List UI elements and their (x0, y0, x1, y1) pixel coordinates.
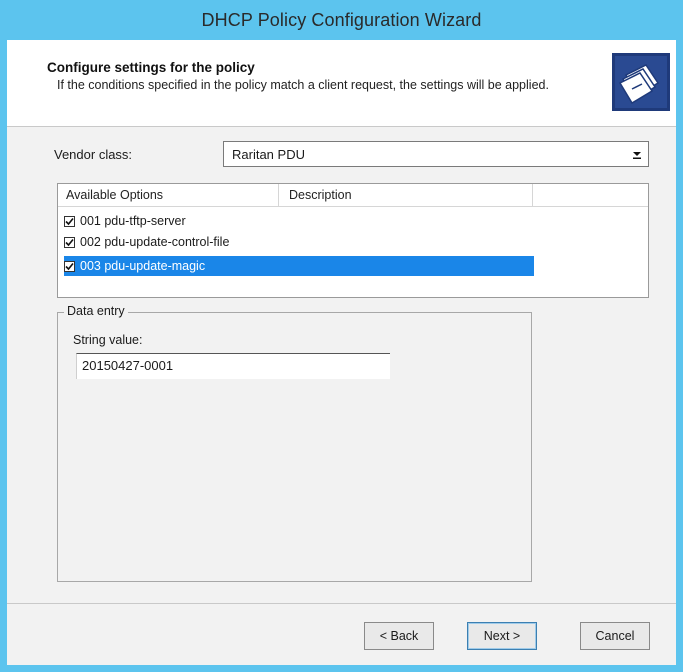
vendor-class-select[interactable]: Raritan PDU (223, 141, 649, 167)
string-value-label: String value: (73, 333, 143, 347)
next-button[interactable]: Next > (467, 622, 537, 650)
page-title: Configure settings for the policy (47, 60, 255, 75)
option-label: 003 pdu-update-magic (80, 259, 206, 273)
title-bar[interactable]: DHCP Policy Configuration Wizard (7, 0, 676, 40)
checkbox-checked-icon[interactable] (64, 260, 75, 272)
window-title: DHCP Policy Configuration Wizard (201, 9, 482, 30)
option-label: 001 pdu-tftp-server (80, 214, 186, 228)
list-header: Available Options Description (58, 184, 648, 207)
string-value-input[interactable]: 20150427-0001 (76, 353, 390, 379)
cancel-button[interactable]: Cancel (580, 622, 650, 650)
available-options-list[interactable]: Available Options Description 001 pdu-tf… (57, 183, 649, 298)
data-entry-group: Data entry String value: 20150427-0001 (57, 304, 532, 582)
vendor-class-value: Raritan PDU (232, 146, 305, 162)
wizard-header: Configure settings for the policy If the… (7, 40, 676, 127)
footer-divider (7, 603, 676, 604)
option-row-001[interactable]: 001 pdu-tftp-server (64, 211, 186, 231)
option-row-003-selected[interactable]: 003 pdu-update-magic (64, 256, 534, 276)
column-available-options[interactable]: Available Options (58, 184, 279, 206)
column-extra[interactable] (533, 184, 648, 206)
checkbox-checked-icon[interactable] (64, 236, 75, 248)
dropdown-arrow-icon[interactable] (626, 142, 648, 166)
wizard-window: DHCP Policy Configuration Wizard Configu… (0, 0, 683, 672)
column-description[interactable]: Description (279, 184, 533, 206)
option-row-002[interactable]: 002 pdu-update-control-file (64, 232, 229, 252)
checkbox-checked-icon[interactable] (64, 215, 75, 227)
page-subtitle: If the conditions specified in the polic… (57, 78, 549, 92)
vendor-class-label: Vendor class: (54, 147, 133, 162)
option-label: 002 pdu-update-control-file (80, 235, 230, 249)
data-entry-legend: Data entry (64, 304, 128, 318)
wizard-folder-icon (612, 53, 670, 111)
back-button[interactable]: < Back (364, 622, 434, 650)
